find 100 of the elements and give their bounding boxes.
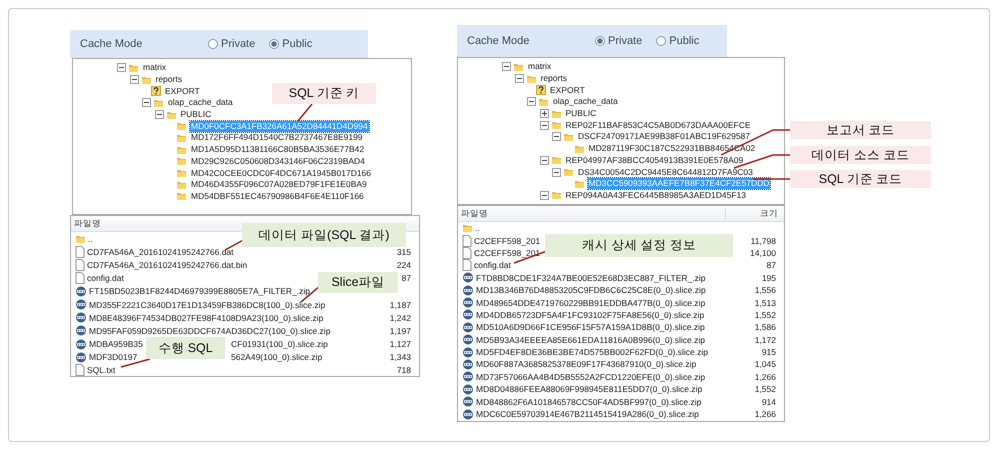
archive-icon bbox=[462, 272, 474, 284]
file-name[interactable]: CF01931(100_0).slice.zip bbox=[231, 339, 328, 350]
file-name[interactable]: CD7FA546A_20161024195242766.dat.bin bbox=[87, 260, 248, 270]
folder-icon bbox=[550, 155, 562, 166]
tree-item[interactable]: MD29C926C050608D343146F06C2319BAD4 bbox=[190, 156, 366, 167]
folder-icon bbox=[140, 74, 152, 85]
file-name[interactable]: C2CEFF598_201 bbox=[474, 236, 540, 246]
file-size: 224 bbox=[396, 260, 412, 270]
tree-item[interactable]: REP094A0A43FEC6445B8985A3AED1D45F13 bbox=[564, 190, 748, 201]
cache-mode-label: Cache Mode bbox=[80, 38, 144, 50]
file-size: 1,552 bbox=[754, 310, 777, 320]
folder-icon bbox=[128, 62, 139, 73]
collapse-icon[interactable] bbox=[527, 97, 536, 106]
file-name[interactable]: MD8D04886FEEA88069F998945E811E5DD7(0_0).slice.zip bbox=[476, 384, 702, 394]
tree-item[interactable]: MD1A5D95D11381166C80B5BA3536E77B42 bbox=[190, 144, 366, 156]
radio-label[interactable]: Private bbox=[608, 35, 642, 47]
file-name[interactable]: MD489654DDE4719760229BB91EDDBA477B(0_0).slice.zip bbox=[476, 298, 706, 308]
tree-item[interactable]: REP04997AF38BCC4054913B391E0E578A09 bbox=[564, 154, 744, 166]
file-name[interactable]: MDC6C0E59703914E467B2114515419A286(0_0).slice.zip bbox=[476, 409, 699, 420]
collapse-icon[interactable] bbox=[502, 62, 511, 72]
folder-icon bbox=[550, 190, 562, 200]
collapse-icon[interactable] bbox=[552, 168, 561, 177]
tree-item[interactable]: MD46D4355F096C07A028ED79F1FE1E0BA9 bbox=[190, 179, 368, 190]
expand-icon[interactable] bbox=[540, 109, 548, 118]
collapse-icon[interactable] bbox=[142, 98, 151, 108]
file-name[interactable]: MD5B93A34EEEEA85E661EDA11816A0B996(0_0).slice.zip bbox=[476, 334, 706, 345]
tree-item[interactable]: EXPORT bbox=[164, 86, 201, 97]
collapse-icon[interactable] bbox=[130, 75, 138, 84]
file-name[interactable]: MD60F887A3685825378E09F17F43687910(0_0).slice.zip bbox=[476, 359, 696, 370]
radio-label[interactable]: Public bbox=[282, 38, 312, 50]
file-name[interactable]: 562A49(100_0).slice.zip bbox=[231, 352, 322, 362]
collapse-icon[interactable] bbox=[552, 132, 561, 142]
file-name[interactable]: MD95FAF059D9265DE63DDCF674AD36DC27(100_0).slice.zip bbox=[89, 326, 330, 336]
file-name[interactable]: MD4DDB65723DF5A4F1FC93102F75FA8E56(0_0).slice.zip bbox=[476, 310, 704, 320]
radio-button[interactable] bbox=[656, 36, 666, 46]
radio-button[interactable] bbox=[595, 36, 605, 46]
tree-item[interactable]: reports bbox=[540, 73, 568, 84]
column-header[interactable]: 파일명 bbox=[71, 218, 101, 230]
tree-item[interactable]: MD172F6FF494D1540C7B2737467E8E9199 bbox=[190, 132, 364, 144]
radio-label[interactable]: Public bbox=[669, 35, 700, 47]
archive-icon bbox=[75, 325, 87, 336]
file-size: 14,100 bbox=[750, 248, 777, 258]
file-size: 1,586 bbox=[754, 322, 777, 332]
archive-icon bbox=[75, 286, 87, 297]
tree-item[interactable]: olap_cache_data bbox=[167, 97, 234, 108]
document-icon bbox=[462, 259, 472, 272]
tree-item[interactable]: REP02F11BAF853C4C5AB0D673DAAA00EFCE bbox=[564, 120, 752, 131]
tree-item[interactable]: reports bbox=[154, 74, 183, 86]
collapse-icon[interactable] bbox=[117, 63, 126, 72]
file-name[interactable]: CD7FA546A_20161024195242766.dat bbox=[87, 246, 234, 257]
column-header[interactable]: 파일명 bbox=[458, 208, 488, 220]
file-name[interactable]: MD510A6D9D66F1CE956F15F57A159A1D8B(0_0).slice.zip bbox=[476, 322, 705, 332]
file-name[interactable]: MD73F57066AA4B4D5B5552A2FCD1220EFE(0_0).slice.zip bbox=[476, 372, 706, 382]
file-name[interactable]: MD5FD4EF8DE36BE3BE74D575BB002F62FD(0_0).slice.zip bbox=[476, 347, 708, 358]
file-name[interactable]: MD848862F6A101846578CC50F4AD5BF997(0_0).slice.zip bbox=[476, 396, 702, 407]
folder-icon bbox=[176, 191, 187, 202]
folder-icon bbox=[563, 167, 574, 178]
file-size: 1,172 bbox=[754, 334, 777, 345]
tree-item[interactable]: matrix bbox=[527, 61, 552, 72]
collapse-icon[interactable] bbox=[540, 120, 548, 130]
radio-button[interactable] bbox=[208, 39, 218, 49]
file-name[interactable]: MD355F2221C3640D17E1D13459FB386DC8(100_0).slice.zip bbox=[89, 300, 326, 310]
file-name[interactable]: .. bbox=[88, 234, 93, 244]
file-name[interactable]: MD13B346B76D48853205C9FDB6C6C25C8E(0_0).slice.zip bbox=[476, 285, 706, 296]
file-name[interactable]: MDF3D0197 bbox=[89, 352, 138, 362]
file-size: 11,798 bbox=[750, 236, 777, 246]
leader-line bbox=[753, 178, 790, 180]
archive-icon bbox=[462, 309, 474, 320]
tree-item[interactable]: olap_cache_data bbox=[552, 96, 619, 108]
file-name[interactable]: FTD8BD8CDE1F324A7BE00E52E68D3EC887_FILTER_.zip bbox=[476, 272, 706, 283]
tree-item[interactable]: matrix bbox=[142, 62, 168, 74]
collapse-icon[interactable] bbox=[540, 156, 548, 165]
archive-icon bbox=[462, 297, 474, 308]
tree-item[interactable]: EXPORT bbox=[549, 84, 586, 96]
tree-item[interactable]: DS34C0054C2DC9445E8C644812D7FA9C03 bbox=[577, 166, 754, 178]
folder-icon bbox=[538, 96, 549, 107]
collapse-icon[interactable] bbox=[540, 190, 548, 200]
cache-mode-label: Cache Mode bbox=[467, 35, 530, 47]
radio-label[interactable]: Private bbox=[221, 38, 256, 50]
tree-item[interactable]: MD42C0CEE0CDC0F4DC671A1945B017D166 bbox=[190, 168, 372, 179]
collapse-icon[interactable] bbox=[154, 110, 164, 120]
file-name[interactable]: MDBA959B35 bbox=[89, 339, 143, 350]
tree-item[interactable]: PUBLIC bbox=[180, 109, 212, 120]
file-size: 87 bbox=[766, 260, 777, 270]
file-name[interactable]: config.dat bbox=[87, 273, 124, 284]
file-name[interactable]: SQL.txt bbox=[87, 365, 116, 376]
callout-label: Slice파일 bbox=[318, 272, 398, 293]
file-name[interactable]: MD8E48396F74534DB027FE98F4108D9A23(100_0).slice.zip bbox=[89, 312, 324, 323]
file-name[interactable]: .. bbox=[475, 223, 480, 234]
file-name[interactable]: FT15BD5023B1F8244D46979399E8805E7A_FILTER_.zip bbox=[89, 286, 310, 296]
file-size: 1,266 bbox=[754, 409, 777, 420]
tree-item[interactable]: MD54DBF551EC46790986B4F6E4E110F166 bbox=[190, 190, 365, 202]
collapse-icon[interactable] bbox=[514, 74, 524, 84]
file-name[interactable]: config.dat bbox=[474, 260, 511, 270]
callout-label: 데이터 소스 코드 bbox=[790, 146, 931, 164]
file-name[interactable]: C2CEFF598_201 bbox=[474, 248, 540, 258]
tree-item[interactable]: PUBLIC bbox=[564, 108, 598, 120]
column-header[interactable]: 크기 bbox=[725, 208, 784, 220]
tree-item[interactable]: DSCF24709171AE99B38F01ABC19F629587 bbox=[577, 131, 752, 142]
radio-button[interactable] bbox=[269, 39, 280, 49]
